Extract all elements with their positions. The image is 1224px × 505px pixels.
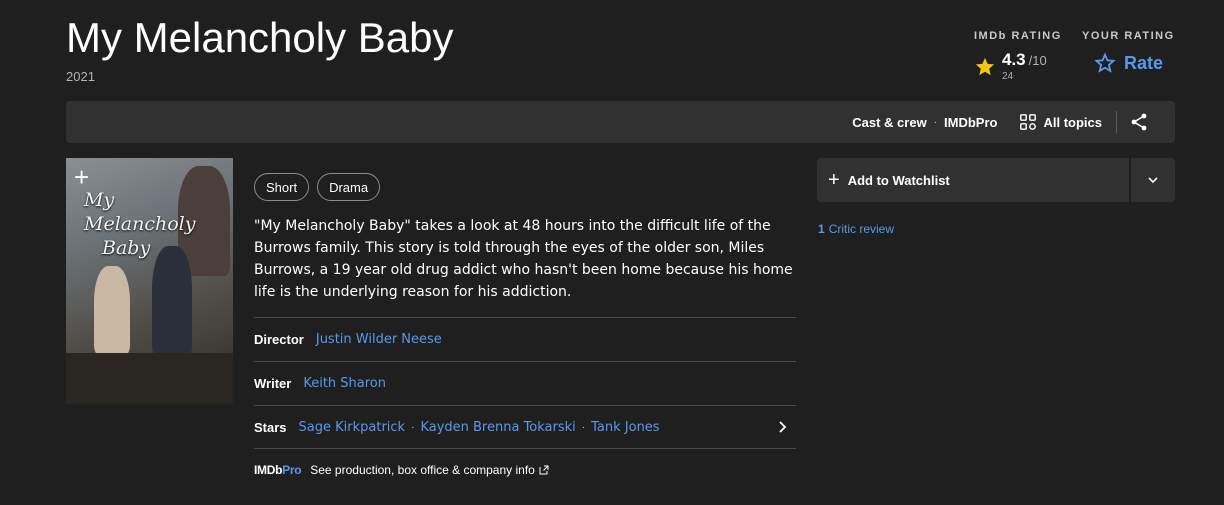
rating-out-of: /10 <box>1028 53 1047 68</box>
all-topics-button[interactable]: All topics <box>1019 113 1102 131</box>
critic-review-link[interactable]: 1 Critic review <box>818 222 894 236</box>
star-icon <box>975 57 995 76</box>
stars-row[interactable]: Stars Sage Kirkpatrick · Kayden Brenna T… <box>254 405 796 449</box>
add-to-watchlist-button[interactable]: + Add to Watchlist <box>817 158 1131 202</box>
poster-figure-man <box>152 246 192 356</box>
imdbpro-promo-text: See production, box office & company inf… <box>310 463 535 477</box>
divider <box>1116 111 1117 133</box>
imdb-rating-label: IMDb RATING <box>974 30 1062 42</box>
watchlist-dropdown-button[interactable] <box>1131 158 1175 202</box>
rate-label: Rate <box>1124 52 1164 73</box>
star-link[interactable]: Kayden Brenna Tokarski <box>420 420 575 435</box>
poster-title-art: My Melancholy Baby <box>84 189 196 259</box>
writer-link[interactable]: Keith Sharon <box>303 376 386 391</box>
poster-image[interactable]: My Melancholy Baby + <box>66 158 233 404</box>
chevron-right-icon[interactable] <box>776 420 790 434</box>
all-topics-label: All topics <box>1043 114 1102 130</box>
grid-icon <box>1020 114 1037 130</box>
rating-score: 4.3 <box>1002 50 1026 69</box>
star-link[interactable]: Sage Kirkpatrick <box>299 420 406 435</box>
imdb-rating[interactable]: IMDb RATING 4.3 /10 24 <box>974 30 1062 82</box>
plus-icon: + <box>828 169 840 191</box>
stars-label[interactable]: Stars <box>254 420 287 435</box>
your-rating-label: YOUR RATING <box>1082 30 1175 42</box>
chevron-down-icon <box>1148 177 1158 184</box>
separator-dot: · <box>411 421 415 433</box>
your-rating: YOUR RATING Rate <box>1082 30 1175 74</box>
separator-dot: · <box>581 421 586 433</box>
genre-chip[interactable]: Short <box>254 173 310 201</box>
poster-figure-girl <box>94 266 130 354</box>
page-title: My Melancholy Baby <box>66 14 454 61</box>
release-year[interactable]: 2021 <box>66 69 95 84</box>
star-link[interactable]: Tank Jones <box>591 420 659 435</box>
writer-row: Writer Keith Sharon <box>254 361 796 405</box>
sub-navigation: Cast & crew · IMDbPro All topics <box>66 101 1175 143</box>
genre-chip[interactable]: Drama <box>317 173 381 201</box>
critic-review-count: 1 <box>818 222 825 236</box>
rate-button[interactable]: Rate <box>1094 52 1175 74</box>
imdbpro-link[interactable]: IMDbPro <box>944 115 997 130</box>
separator-dot: · <box>933 116 938 128</box>
director-label[interactable]: Director <box>254 332 304 347</box>
poster-ground <box>66 353 233 404</box>
director-row: Director Justin Wilder Neese <box>254 317 796 361</box>
add-to-watchlist-plus-icon[interactable]: + <box>74 164 89 190</box>
imdbpro-promo[interactable]: IMDbPro See production, box office & com… <box>254 463 549 477</box>
share-icon[interactable] <box>1129 112 1149 132</box>
genre-chips: Short Drama <box>254 173 388 201</box>
critic-review-label: Critic review <box>828 222 895 236</box>
imdbpro-logo: IMDbPro <box>254 463 302 477</box>
external-link-icon <box>539 465 549 475</box>
add-to-watchlist-label: Add to Watchlist <box>847 172 950 188</box>
principal-credits: Director Justin Wilder Neese Writer Keit… <box>254 317 796 449</box>
writer-label[interactable]: Writer <box>254 376 291 391</box>
star-outline-icon <box>1094 52 1116 73</box>
rating-votes: 24 <box>1002 71 1014 82</box>
watchlist-control: + Add to Watchlist <box>817 158 1175 202</box>
director-link[interactable]: Justin Wilder Neese <box>316 332 442 347</box>
plot-summary: "My Melancholy Baby" takes a look at 48 … <box>254 218 793 300</box>
cast-crew-link[interactable]: Cast & crew <box>852 115 926 130</box>
